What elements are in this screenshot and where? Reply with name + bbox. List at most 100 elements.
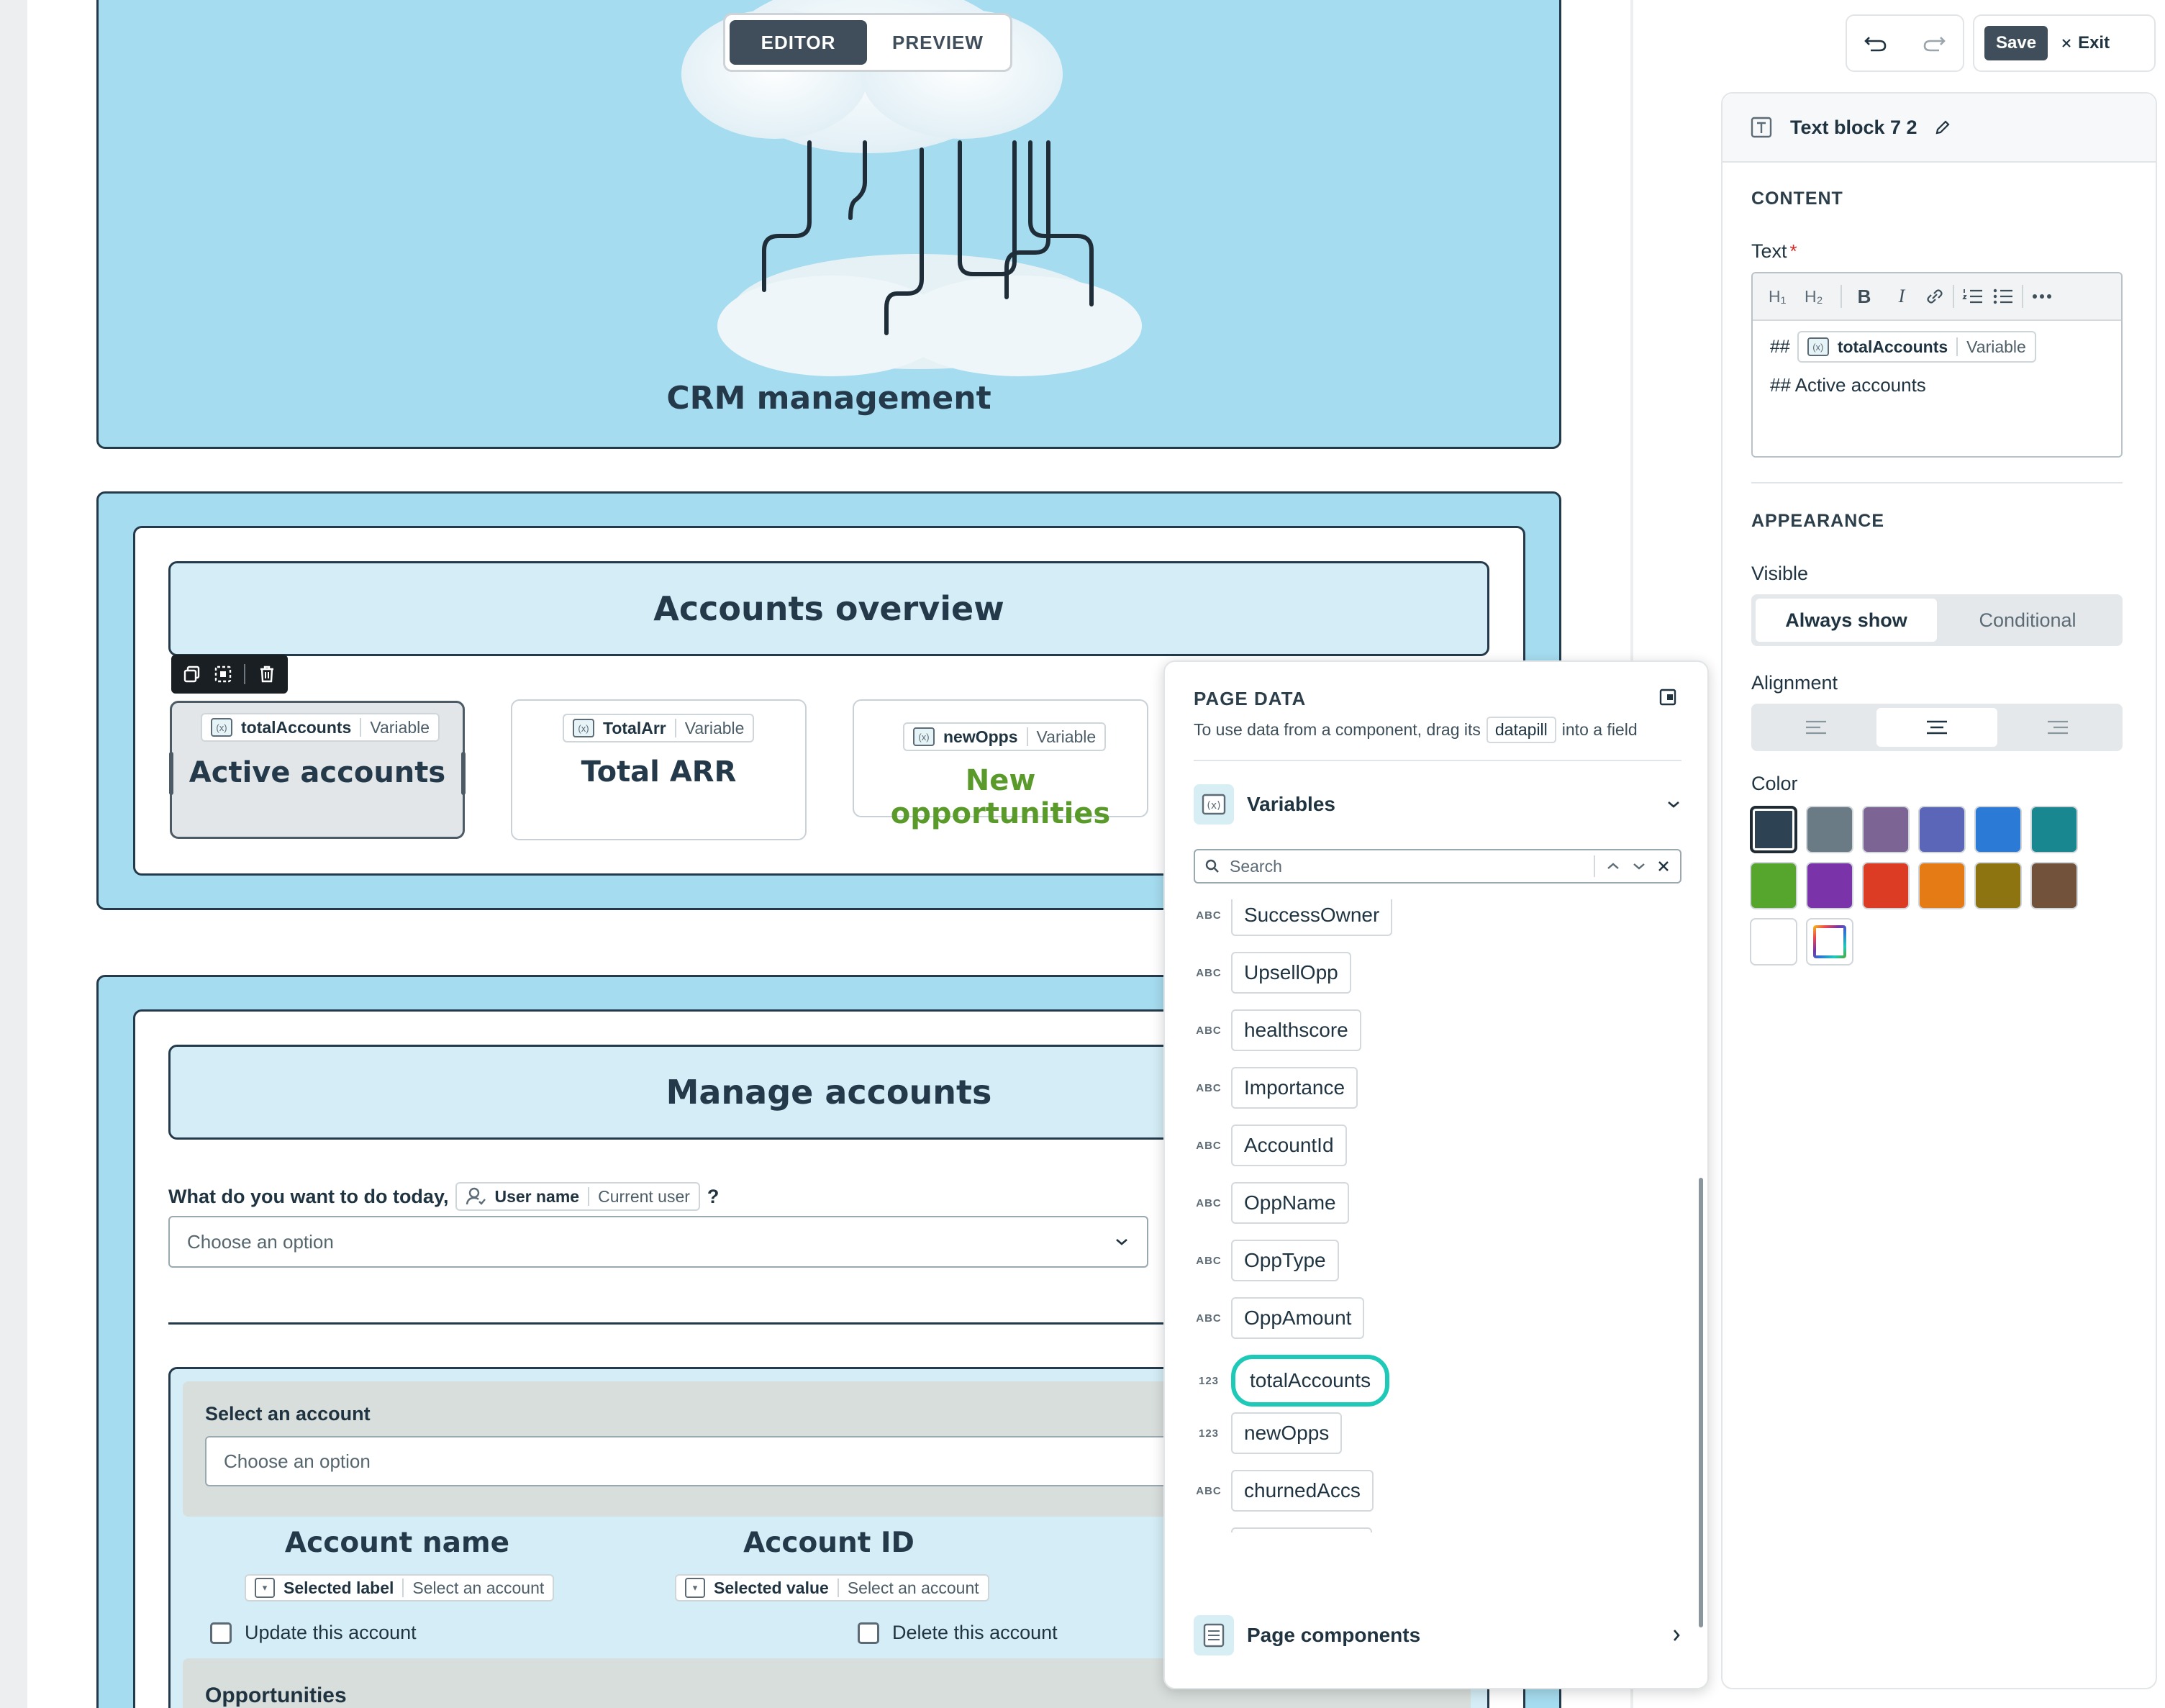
pill-separator: [674, 719, 676, 737]
variable-datapill[interactable]: SuccessOwner: [1231, 899, 1393, 936]
color-swatch[interactable]: [2030, 806, 2078, 853]
type-badge: ABC: [1196, 1254, 1222, 1267]
variable-datapill[interactable]: last_updated: [1231, 1527, 1373, 1532]
variables-icon: (x): [1194, 784, 1234, 825]
variable-datapill[interactable]: OppAmount: [1231, 1297, 1365, 1339]
dock-panel-icon[interactable]: [1658, 688, 1677, 707]
selected-value-pill[interactable]: ▾ Selected value Select an account: [675, 1574, 989, 1602]
stat-card-active-accounts[interactable]: (x) totalAccounts Variable Active accoun…: [169, 701, 466, 839]
color-swatch[interactable]: [1974, 862, 2022, 909]
h2-button[interactable]: H₂: [1805, 287, 1833, 306]
action-select[interactable]: Choose an option: [168, 1216, 1148, 1268]
preview-tab[interactable]: PREVIEW: [870, 20, 1006, 65]
always-show-option[interactable]: Always show: [1756, 599, 1937, 642]
variable-row[interactable]: ABC SuccessOwner: [1194, 899, 1393, 936]
stat-label: Total ARR: [581, 755, 737, 789]
color-swatch[interactable]: [1918, 862, 1966, 909]
color-swatch[interactable]: [2030, 862, 2078, 909]
save-button[interactable]: Save: [1984, 26, 2048, 60]
more-icon[interactable]: [2030, 293, 2053, 300]
variables-section-header[interactable]: (x) Variables: [1194, 783, 1681, 826]
color-swatch[interactable]: [1918, 806, 1966, 853]
bullet-list-icon[interactable]: [1992, 287, 2015, 306]
stat-card-new-opportunities[interactable]: (x) newOpps Variable New opportunities: [853, 699, 1148, 830]
variable-pill[interactable]: (x) TotalArr Variable: [563, 714, 755, 742]
color-swatch[interactable]: [1806, 862, 1853, 909]
variable-row[interactable]: ABC OppType: [1194, 1240, 1339, 1281]
color-swatch[interactable]: [1750, 918, 1797, 966]
color-swatch[interactable]: [1806, 806, 1853, 853]
custom-color-swatch[interactable]: [1806, 918, 1853, 966]
redo-icon[interactable]: [1922, 33, 1946, 53]
variable-row[interactable]: last_updated: [1194, 1527, 1373, 1532]
pill-type: Current user: [598, 1186, 690, 1206]
duplicate-icon[interactable]: [183, 665, 201, 683]
undo-icon[interactable]: [1864, 33, 1888, 53]
rich-text-editor[interactable]: H₁ H₂ B I ## (x) totalAccounts Variable …: [1751, 272, 2123, 458]
chevron-down-icon[interactable]: [1666, 799, 1681, 809]
update-checkbox[interactable]: [210, 1622, 232, 1644]
editor-variable-pill[interactable]: (x) totalAccounts Variable: [1797, 331, 2036, 363]
select-parent-icon[interactable]: [214, 665, 232, 683]
highlighted-datapill[interactable]: totalAccounts: [1231, 1355, 1390, 1407]
panel-divider: [1194, 760, 1681, 761]
variable-row[interactable]: ABC churnedAccs: [1194, 1470, 1374, 1512]
variable-datapill[interactable]: UpsellOpp: [1231, 952, 1351, 994]
color-swatch[interactable]: [1750, 862, 1797, 909]
stat-label: New opportunities: [890, 764, 1111, 830]
variable-row[interactable]: ABC AccountId: [1194, 1125, 1347, 1166]
variable-datapill[interactable]: churnedAccs: [1231, 1470, 1374, 1512]
pencil-icon[interactable]: [1935, 119, 1951, 135]
scrollbar-thumb[interactable]: [1699, 1178, 1703, 1627]
close-icon[interactable]: [1657, 860, 1670, 873]
inspector-header: Text block 7 2: [1723, 94, 2156, 163]
ordered-list-icon[interactable]: [1961, 287, 1984, 306]
variable-datapill[interactable]: healthscore: [1231, 1009, 1361, 1051]
variable-row[interactable]: ABC OppAmount: [1194, 1297, 1365, 1339]
bold-button[interactable]: B: [1849, 286, 1879, 308]
page-components-row[interactable]: Page components: [1194, 1610, 1681, 1661]
stat-card-total-arr[interactable]: (x) TotalArr Variable Total ARR: [511, 699, 807, 840]
exit-label: Exit: [2078, 33, 2110, 53]
delete-checkbox[interactable]: [858, 1622, 879, 1644]
chevron-up-icon[interactable]: [1605, 861, 1621, 871]
align-center-icon: [1927, 720, 1947, 735]
user-name-pill[interactable]: User name Current user: [455, 1182, 700, 1211]
delete-icon[interactable]: [258, 665, 276, 683]
color-swatch[interactable]: [1974, 806, 2022, 853]
color-swatch[interactable]: [1862, 806, 1910, 853]
h1-button[interactable]: H₁: [1769, 287, 1797, 306]
link-icon[interactable]: [1924, 288, 1946, 305]
variable-pill[interactable]: (x) newOpps Variable: [903, 722, 1107, 751]
variable-row[interactable]: 123 newOpps: [1194, 1412, 1343, 1454]
variable-row[interactable]: 123 totalAccounts: [1194, 1355, 1390, 1407]
align-right-option[interactable]: [1997, 708, 2118, 747]
exit-button[interactable]: Exit: [2061, 33, 2110, 53]
variable-row[interactable]: ABC UpsellOpp: [1194, 952, 1351, 994]
variable-row[interactable]: ABC healthscore: [1194, 1009, 1361, 1051]
variable-datapill[interactable]: AccountId: [1231, 1125, 1347, 1166]
pill-name: totalAccounts: [241, 717, 352, 737]
selected-label-pill[interactable]: ▾ Selected label Select an account: [245, 1574, 555, 1602]
alignment-toggle: [1751, 704, 2123, 751]
conditional-option[interactable]: Conditional: [1937, 599, 2118, 642]
variable-datapill[interactable]: OppType: [1231, 1240, 1339, 1281]
delete-checkbox-row[interactable]: Delete this account: [858, 1622, 1058, 1644]
align-center-option[interactable]: [1876, 708, 1997, 747]
variable-datapill[interactable]: newOpps: [1231, 1412, 1343, 1454]
variable-pill[interactable]: (x) totalAccounts Variable: [201, 713, 440, 742]
editor-tab[interactable]: EDITOR: [730, 20, 867, 65]
variable-datapill[interactable]: OppName: [1231, 1182, 1349, 1224]
variable-datapill[interactable]: Importance: [1231, 1067, 1358, 1109]
variable-row[interactable]: ABC Importance: [1194, 1067, 1358, 1109]
chevron-down-icon[interactable]: [1631, 861, 1647, 871]
color-swatch[interactable]: [1750, 806, 1797, 853]
type-badge: ABC: [1196, 1312, 1222, 1325]
variable-row[interactable]: ABC OppName: [1194, 1182, 1349, 1224]
italic-button[interactable]: I: [1887, 286, 1917, 307]
color-swatch[interactable]: [1862, 862, 1910, 909]
align-left-option[interactable]: [1756, 708, 1876, 747]
search-input[interactable]: Search: [1230, 857, 1584, 876]
variable-search[interactable]: Search: [1194, 849, 1681, 883]
update-checkbox-row[interactable]: Update this account: [210, 1622, 417, 1644]
